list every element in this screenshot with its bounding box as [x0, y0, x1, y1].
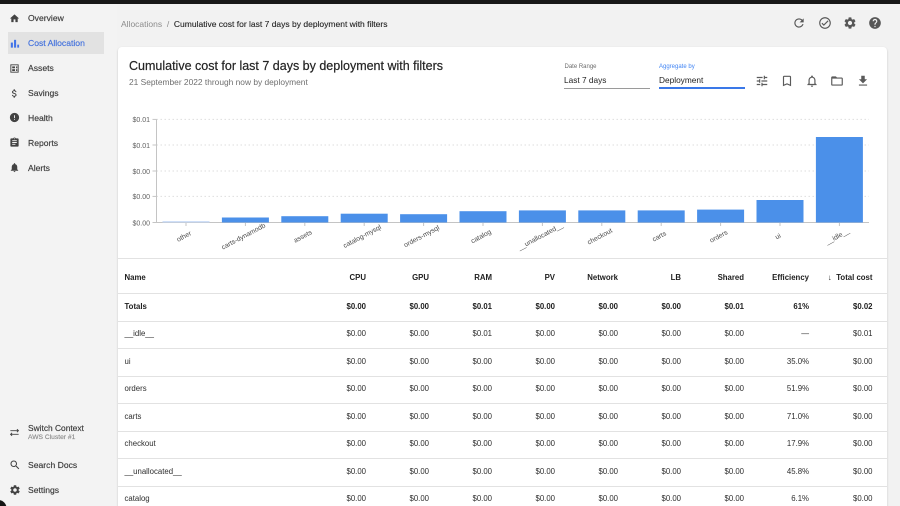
svg-text:orders-mysql: orders-mysql [403, 224, 441, 249]
svg-text:ui: ui [774, 232, 782, 241]
svg-text:orders: orders [709, 229, 730, 245]
svg-text:$0.01: $0.01 [132, 143, 150, 150]
svg-text:$0.00: $0.00 [132, 220, 150, 227]
svg-text:$0.00: $0.00 [132, 169, 150, 176]
svg-text:__unallocated__: __unallocated__ [516, 222, 564, 252]
svg-text:catalog-mysql: catalog-mysql [342, 224, 383, 250]
svg-text:$0.00: $0.00 [132, 194, 150, 201]
svg-text:carts-dynamodb: carts-dynamodb [221, 222, 268, 251]
svg-text:catalog: catalog [470, 229, 493, 246]
svg-text:other: other [176, 230, 194, 244]
svg-text:checkout: checkout [586, 227, 613, 246]
svg-text:__idle__: __idle__ [824, 228, 851, 247]
svg-text:carts: carts [651, 230, 668, 243]
svg-text:assets: assets [293, 229, 314, 245]
svg-text:$0.01: $0.01 [132, 117, 150, 124]
